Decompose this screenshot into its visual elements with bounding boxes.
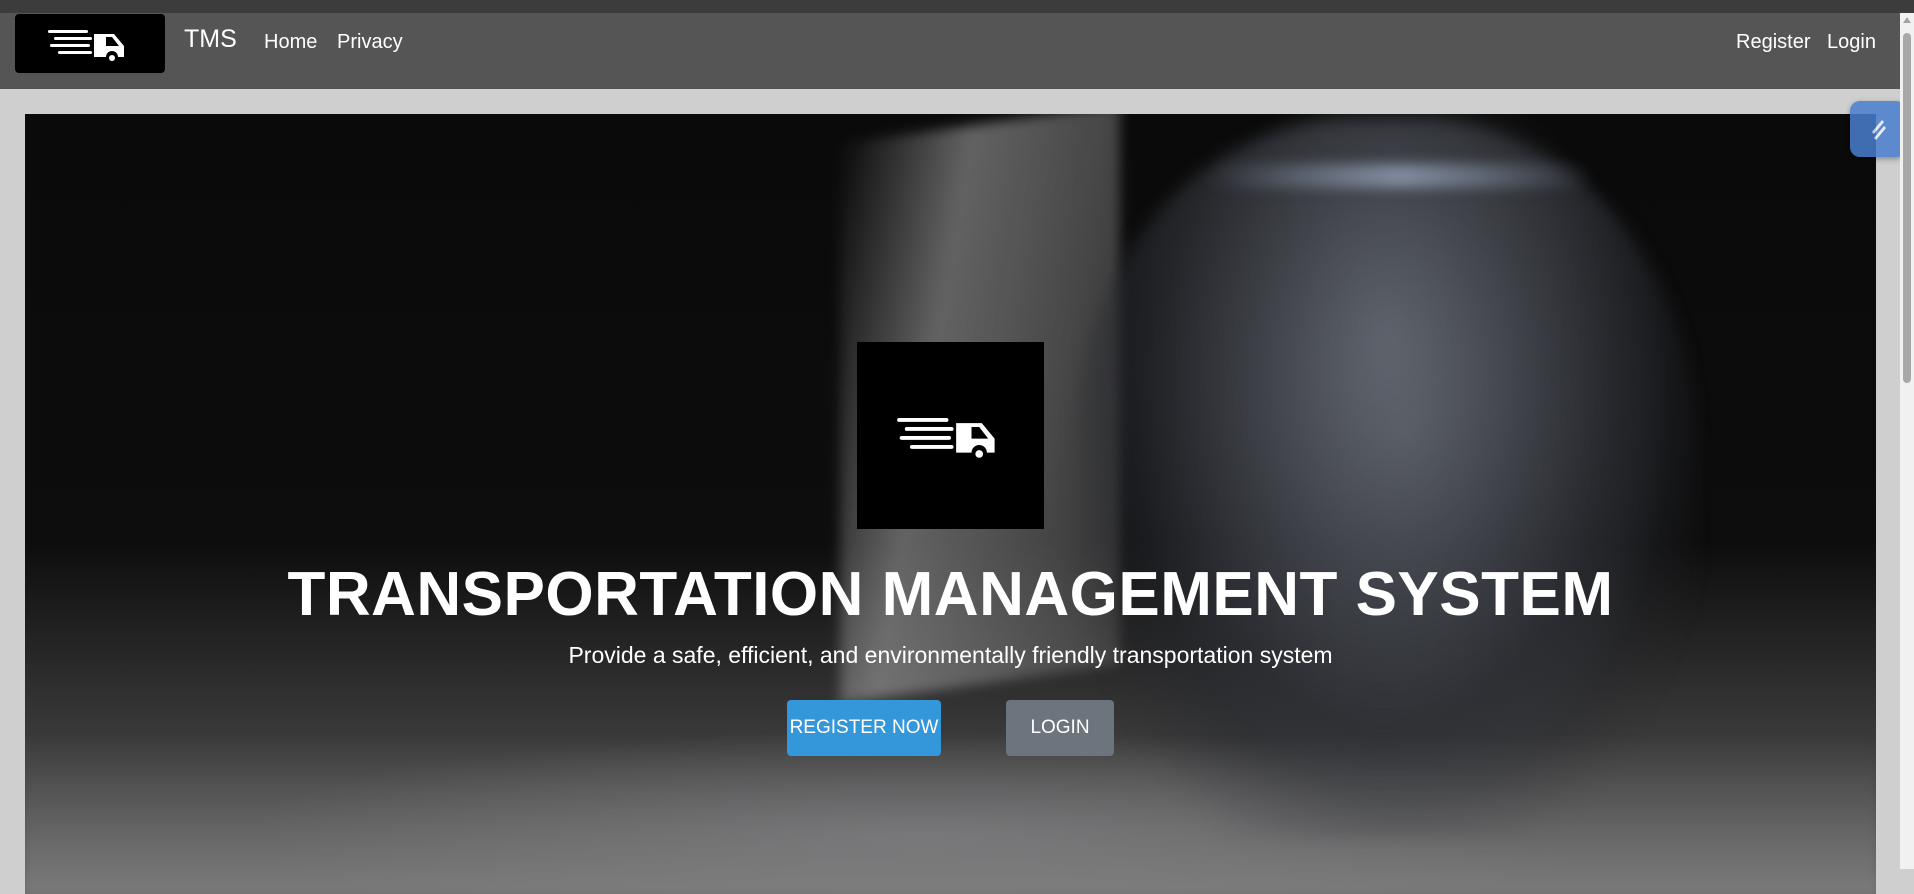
hero-background-road xyxy=(25,734,1876,894)
scrollbar-thumb[interactable] xyxy=(1903,33,1911,383)
hero-logo xyxy=(857,342,1044,529)
hero-background-truck xyxy=(1075,119,1695,839)
scroll-up-arrow-icon[interactable] xyxy=(1903,17,1911,23)
browser-top-strip xyxy=(0,0,1914,13)
nav-link-register[interactable]: Register xyxy=(1736,31,1810,54)
navbar-logo[interactable] xyxy=(15,14,165,73)
hero-section: TRANSPORTATION MANAGEMENT SYSTEM Provide… xyxy=(25,114,1876,894)
navbar: TMS Home Privacy Register Login xyxy=(0,13,1900,89)
register-now-button[interactable]: REGISTER NOW xyxy=(787,700,941,756)
fast-truck-icon xyxy=(896,417,995,460)
hero-subtitle: Provide a safe, efficient, and environme… xyxy=(568,642,1333,668)
hero-background-lights xyxy=(1205,164,1595,188)
hero-title: TRANSPORTATION MANAGEMENT SYSTEM xyxy=(287,560,1614,629)
nav-link-login[interactable]: Login xyxy=(1827,31,1876,54)
main-content: TRANSPORTATION MANAGEMENT SYSTEM Provide… xyxy=(0,89,1900,894)
login-button[interactable]: LOGIN xyxy=(1006,700,1114,756)
extension-lightning-icon xyxy=(1872,120,1886,140)
vertical-scrollbar[interactable] xyxy=(1900,13,1914,869)
fast-truck-icon xyxy=(48,29,124,63)
nav-link-privacy[interactable]: Privacy xyxy=(337,31,403,54)
extension-widget-button[interactable] xyxy=(1850,101,1906,157)
navbar-brand[interactable]: TMS xyxy=(184,25,237,54)
nav-link-home[interactable]: Home xyxy=(264,31,317,54)
